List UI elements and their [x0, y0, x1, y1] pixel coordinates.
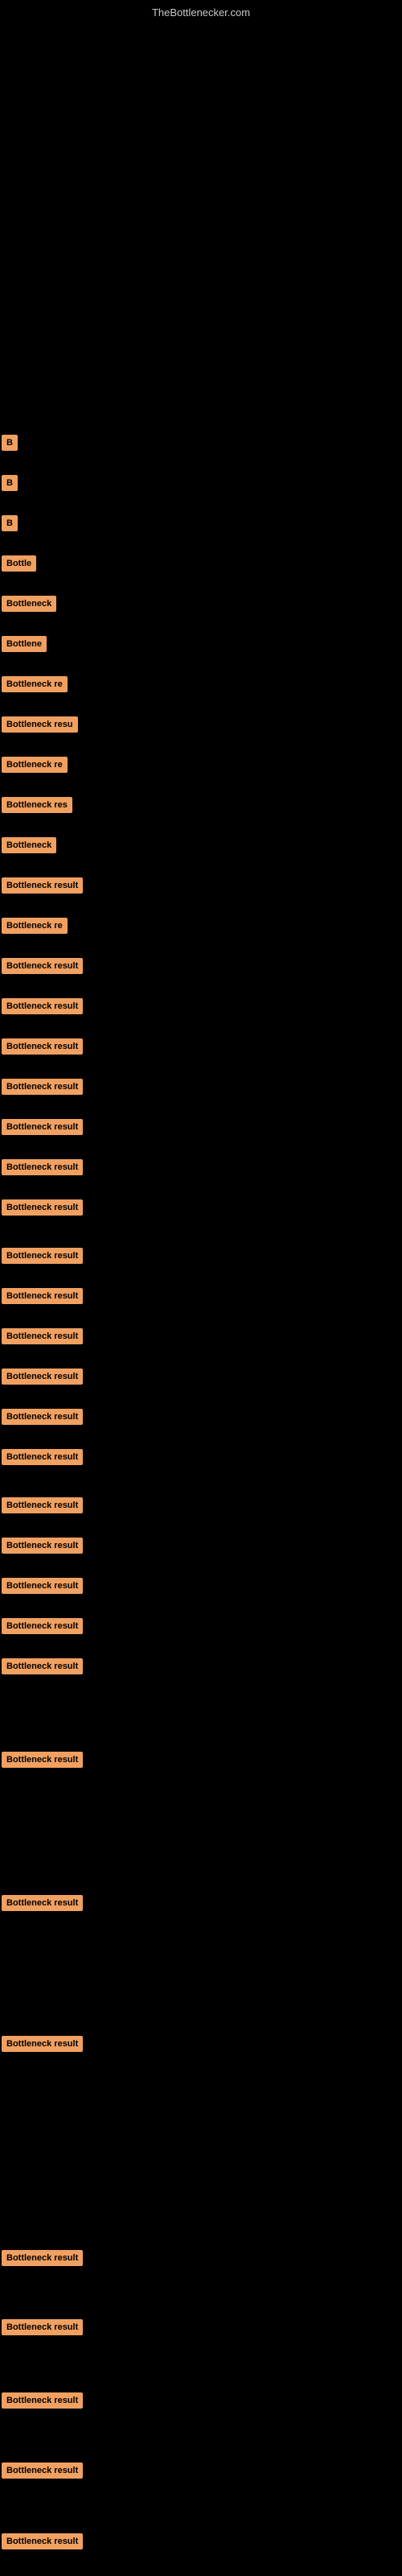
- list-item: Bottleneck result: [2, 1038, 83, 1059]
- list-item: Bottleneck result: [2, 1497, 83, 1517]
- bottleneck-result-label: Bottleneck result: [2, 1449, 83, 1465]
- bottleneck-result-label: Bottleneck result: [2, 1752, 83, 1768]
- bottleneck-result-label: B: [2, 435, 18, 451]
- list-item: Bottleneck result: [2, 1409, 83, 1429]
- list-item: Bottleneck result: [2, 2036, 83, 2056]
- list-item: Bottleneck res: [2, 797, 72, 817]
- list-item: Bottlene: [2, 636, 47, 656]
- list-item: Bottleneck result: [2, 1159, 83, 1179]
- list-item: Bottleneck result: [2, 2533, 83, 2553]
- list-item: Bottleneck re: [2, 918, 68, 938]
- bottleneck-result-label: Bottleneck result: [2, 2533, 83, 2549]
- bottleneck-result-label: Bottleneck: [2, 837, 56, 853]
- bottleneck-result-label: Bottleneck result: [2, 1578, 83, 1594]
- bottleneck-result-label: Bottleneck result: [2, 1368, 83, 1385]
- list-item: Bottleneck result: [2, 1288, 83, 1308]
- bottleneck-result-label: Bottle: [2, 555, 36, 572]
- list-item: Bottleneck result: [2, 1328, 83, 1348]
- list-item: B: [2, 515, 18, 535]
- list-item: Bottleneck result: [2, 2319, 83, 2339]
- bottleneck-result-label: Bottleneck result: [2, 1538, 83, 1554]
- bottleneck-result-label: Bottleneck re: [2, 757, 68, 773]
- list-item: Bottleneck re: [2, 757, 68, 777]
- bottleneck-result-label: Bottleneck result: [2, 2319, 83, 2335]
- list-item: Bottleneck result: [2, 1752, 83, 1772]
- list-item: Bottleneck result: [2, 2462, 83, 2483]
- bottleneck-result-label: Bottleneck result: [2, 2462, 83, 2479]
- bottleneck-result-label: Bottleneck re: [2, 676, 68, 692]
- bottleneck-result-label: Bottleneck result: [2, 1079, 83, 1095]
- bottleneck-result-label: Bottleneck result: [2, 1658, 83, 1674]
- list-item: Bottleneck result: [2, 1119, 83, 1139]
- bottleneck-result-label: Bottleneck re: [2, 918, 68, 934]
- bottleneck-result-label: Bottleneck result: [2, 998, 83, 1014]
- bottleneck-result-label: Bottleneck result: [2, 1895, 83, 1911]
- list-item: Bottle: [2, 555, 36, 576]
- bottleneck-result-label: Bottleneck result: [2, 1199, 83, 1216]
- bottleneck-result-label: Bottleneck result: [2, 1159, 83, 1175]
- list-item: Bottleneck result: [2, 1618, 83, 1638]
- list-item: Bottleneck result: [2, 1079, 83, 1099]
- list-item: Bottleneck result: [2, 2392, 83, 2413]
- bottleneck-result-label: Bottlene: [2, 636, 47, 652]
- list-item: Bottleneck result: [2, 1368, 83, 1389]
- bottleneck-result-label: Bottleneck result: [2, 2250, 83, 2266]
- list-item: Bottleneck: [2, 837, 56, 857]
- list-item: Bottleneck result: [2, 2250, 83, 2270]
- bottleneck-result-label: Bottleneck resu: [2, 716, 78, 733]
- bottleneck-result-label: Bottleneck res: [2, 797, 72, 813]
- bottleneck-result-label: Bottleneck result: [2, 1038, 83, 1055]
- bottleneck-result-label: Bottleneck result: [2, 1497, 83, 1513]
- list-item: Bottleneck result: [2, 877, 83, 898]
- bottleneck-result-label: Bottleneck result: [2, 1248, 83, 1264]
- list-item: Bottleneck result: [2, 998, 83, 1018]
- list-item: Bottleneck result: [2, 958, 83, 978]
- bottleneck-result-label: Bottleneck: [2, 596, 56, 612]
- list-item: Bottleneck result: [2, 1248, 83, 1268]
- bottleneck-result-label: Bottleneck result: [2, 958, 83, 974]
- list-item: Bottleneck: [2, 596, 56, 616]
- list-item: Bottleneck result: [2, 1199, 83, 1220]
- list-item: Bottleneck re: [2, 676, 68, 696]
- list-item: Bottleneck result: [2, 1658, 83, 1678]
- list-item: Bottleneck result: [2, 1538, 83, 1558]
- site-title: TheBottlenecker.com: [152, 6, 250, 19]
- bottleneck-result-label: Bottleneck result: [2, 1288, 83, 1304]
- bottleneck-result-label: Bottleneck result: [2, 1409, 83, 1425]
- bottleneck-result-label: Bottleneck result: [2, 2392, 83, 2409]
- bottleneck-result-label: B: [2, 515, 18, 531]
- bottleneck-result-label: Bottleneck result: [2, 2036, 83, 2052]
- bottleneck-result-label: Bottleneck result: [2, 1328, 83, 1344]
- bottleneck-result-label: Bottleneck result: [2, 1119, 83, 1135]
- list-item: Bottleneck result: [2, 1578, 83, 1598]
- bottleneck-result-label: B: [2, 475, 18, 491]
- list-item: Bottleneck resu: [2, 716, 78, 737]
- bottleneck-result-label: Bottleneck result: [2, 1618, 83, 1634]
- list-item: B: [2, 475, 18, 495]
- list-item: Bottleneck result: [2, 1449, 83, 1469]
- list-item: B: [2, 435, 18, 455]
- bottleneck-result-label: Bottleneck result: [2, 877, 83, 894]
- list-item: Bottleneck result: [2, 1895, 83, 1915]
